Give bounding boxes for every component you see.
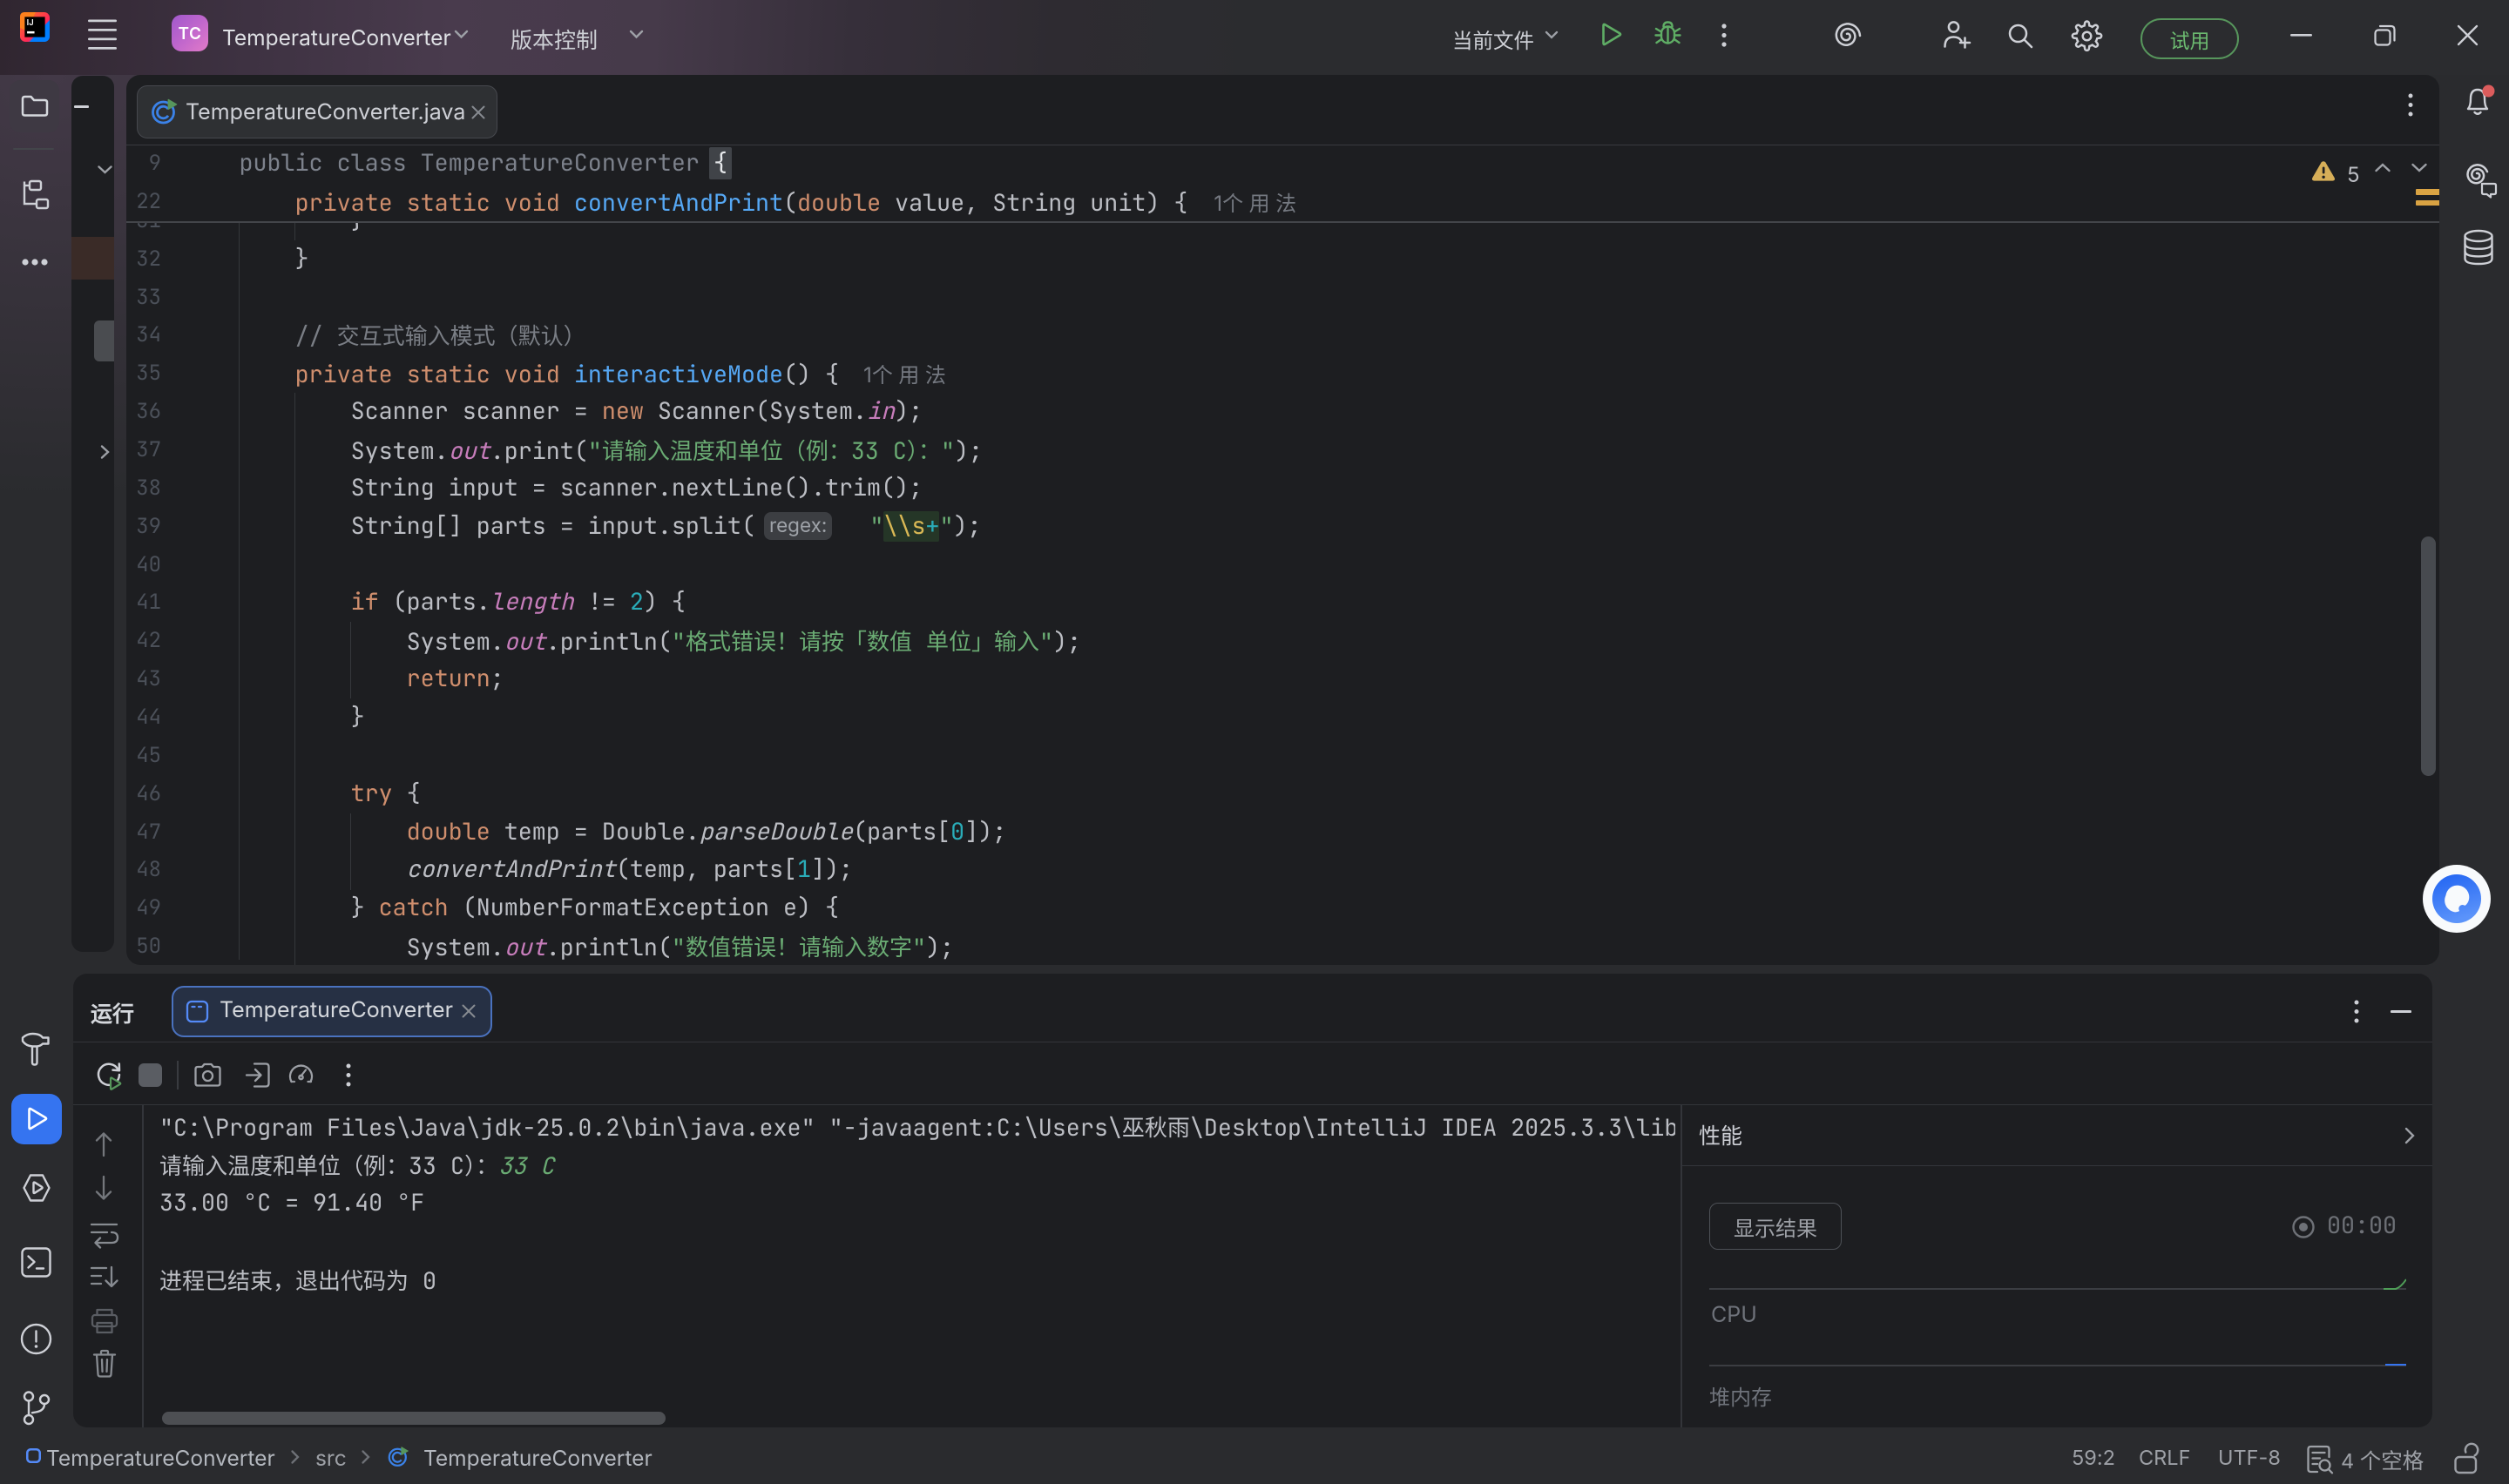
svg-text:IJ: IJ	[27, 18, 34, 28]
